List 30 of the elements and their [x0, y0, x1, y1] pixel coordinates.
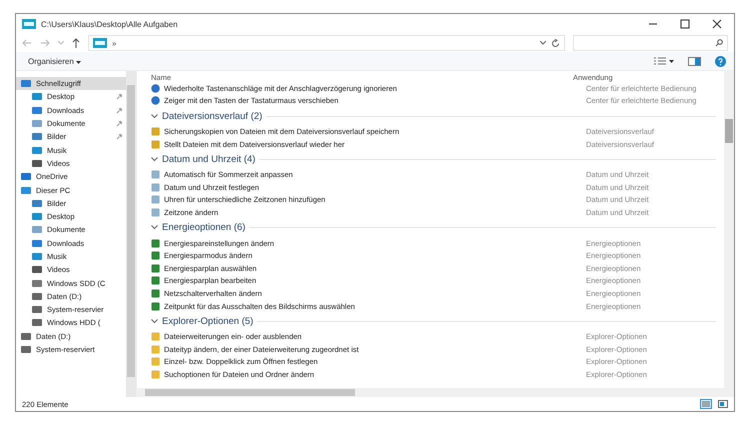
search-icon [715, 39, 723, 47]
group-header[interactable]: Explorer-Optionen (5) [162, 316, 254, 327]
caret-icon [76, 60, 82, 64]
scrollbar[interactable] [137, 388, 724, 397]
address-bar[interactable]: » [88, 35, 565, 51]
scrollbar[interactable] [126, 71, 136, 397]
large-icons-view-icon[interactable] [718, 400, 728, 408]
help-icon[interactable] [715, 56, 726, 66]
maximize-icon[interactable] [680, 19, 690, 29]
preview-pane-icon[interactable] [688, 56, 701, 66]
search-field[interactable] [573, 35, 728, 51]
details-view-icon[interactable] [700, 399, 712, 409]
scrollbar[interactable] [724, 71, 734, 397]
chevron-icon[interactable] [151, 156, 158, 162]
control-panel-icon [93, 38, 107, 48]
chevron-icon[interactable] [151, 225, 158, 230]
view-options-icon[interactable] [654, 57, 674, 65]
organize-menu-button[interactable]: Organisieren [24, 54, 86, 68]
breadcrumb-separator[interactable]: » [112, 38, 116, 48]
up-arrow-icon[interactable] [72, 38, 80, 48]
chevron-icon[interactable] [151, 318, 158, 324]
chevron-icon[interactable] [151, 114, 158, 119]
refresh-icon[interactable] [551, 38, 560, 48]
close-icon[interactable] [712, 19, 722, 29]
group-header[interactable]: Energieoptionen (6) [162, 222, 246, 234]
dropdown-caret-icon[interactable] [540, 41, 546, 45]
control-panel-icon [22, 19, 36, 29]
window-title: C:\Users\Klaus\Desktop\Alle Aufgaben [41, 20, 178, 28]
group-header[interactable]: Datum und Uhrzeit (4) [162, 154, 256, 165]
group-header[interactable]: Dateiversionsverlauf (2) [162, 110, 262, 122]
